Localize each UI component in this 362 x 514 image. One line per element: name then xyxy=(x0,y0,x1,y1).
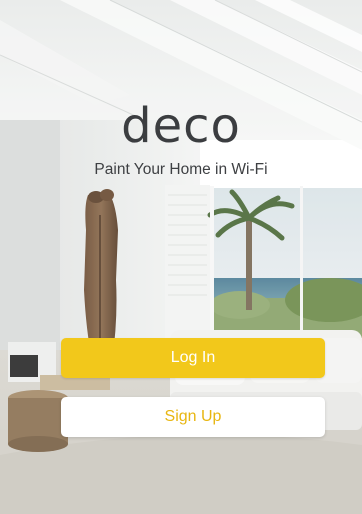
welcome-screen: deco Paint Your Home in Wi-Fi Log In Sig… xyxy=(0,0,362,514)
app-tagline: Paint Your Home in Wi-Fi xyxy=(94,161,268,178)
log-in-button[interactable]: Log In xyxy=(61,338,325,378)
sign-up-button[interactable]: Sign Up xyxy=(61,397,325,437)
deco-logo: deco xyxy=(121,98,241,154)
